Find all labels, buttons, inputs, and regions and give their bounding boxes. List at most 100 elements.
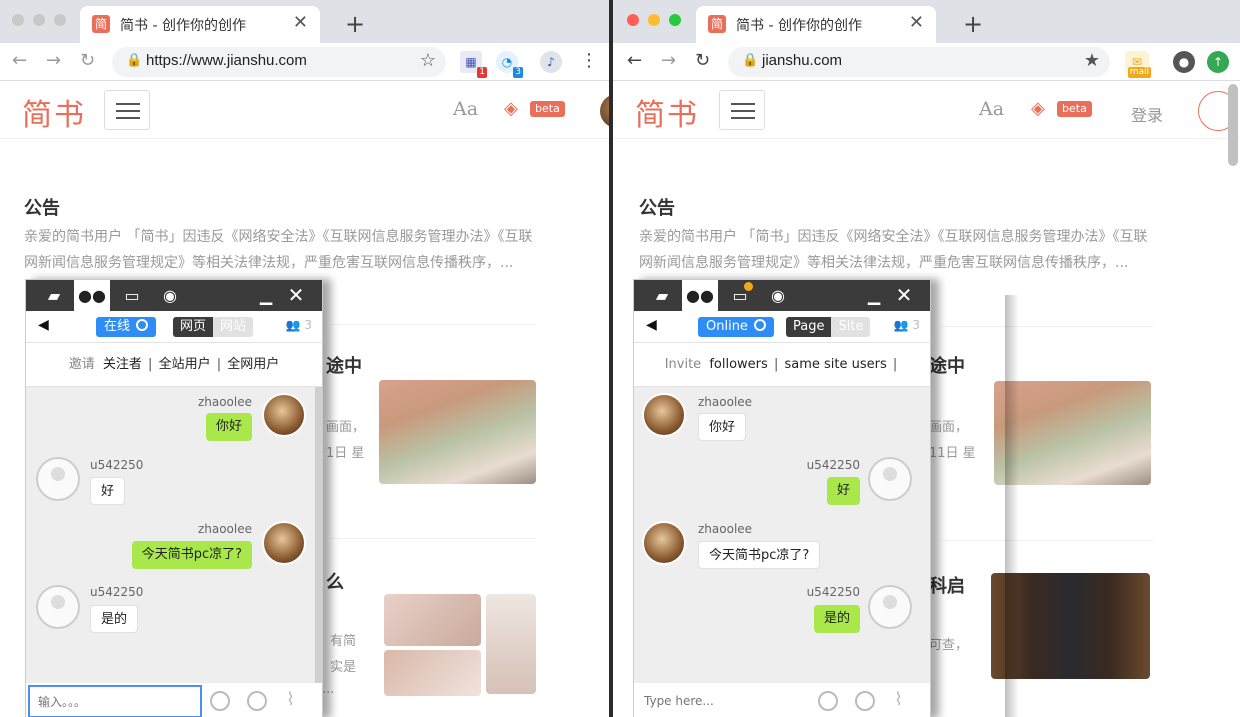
browser-tab[interactable]: 简 简书 - 创作你的创作 ✕ (696, 6, 936, 43)
minimize-icon[interactable]: ▁ (862, 280, 886, 311)
megaphone-icon[interactable]: ◀ (646, 317, 657, 333)
address-bar[interactable]: 🔒 jianshu.com ★ (728, 47, 1110, 77)
beta-badge[interactable]: beta (1057, 101, 1092, 117)
chat-header: ▰ ●● ▭ ◉ ▁ ✕ (26, 280, 322, 311)
minimize-icon[interactable]: ▁ (254, 280, 278, 311)
tab-close-icon[interactable]: ✕ (909, 12, 924, 33)
avatar[interactable] (868, 457, 912, 501)
message-bubble: 是的 (90, 605, 139, 633)
emoji-icon[interactable] (818, 691, 838, 711)
article-title-fragment[interactable]: 么 (326, 568, 344, 594)
browser-tab[interactable]: 简 简书 - 创作你的创作 ✕ (80, 6, 320, 43)
close-icon[interactable]: ✕ (892, 280, 916, 311)
avatar[interactable] (642, 521, 686, 565)
avatar[interactable] (36, 585, 80, 629)
invite-everybody[interactable]: 全网用户 (227, 357, 279, 372)
avatar[interactable] (262, 521, 306, 565)
online-toggle[interactable]: Online (698, 317, 774, 337)
invite-followers[interactable]: 关注者 (103, 357, 142, 372)
message-input[interactable] (634, 683, 814, 717)
inbox-icon[interactable]: ▭ (114, 280, 150, 311)
menu-button[interactable] (719, 90, 765, 130)
comments-icon[interactable]: ●● (74, 280, 110, 311)
article-thumbnail[interactable] (379, 380, 536, 484)
forward-icon[interactable]: → (46, 50, 61, 71)
beta-badge[interactable]: beta (530, 101, 565, 117)
new-tab-button[interactable]: + (345, 10, 365, 38)
article-thumbnail[interactable] (486, 594, 536, 694)
chat-bubble-icon[interactable]: ▰ (644, 280, 680, 311)
forward-icon[interactable]: → (661, 50, 676, 71)
site-logo[interactable]: 简书 (635, 90, 699, 134)
scope-site[interactable]: Site (831, 317, 871, 337)
reload-icon[interactable]: ↻ (80, 50, 95, 71)
avatar[interactable] (36, 457, 80, 501)
article-thumbnail[interactable] (384, 594, 481, 646)
new-tab-button[interactable]: + (963, 10, 983, 38)
avatar[interactable] (262, 393, 306, 437)
font-size-button[interactable]: Aa (979, 98, 1004, 120)
article-title-fragment[interactable]: 科启 (929, 572, 965, 598)
more-icon[interactable]: ⋮ (580, 50, 598, 71)
article-thumbnail[interactable] (384, 650, 481, 696)
avatar[interactable] (868, 585, 912, 629)
megaphone-icon[interactable]: ◀ (38, 317, 49, 333)
user-avatar[interactable] (600, 94, 609, 128)
tab-strip: 简 简书 - 创作你的创作 ✕ + (613, 0, 1240, 43)
smiley-icon[interactable] (247, 691, 267, 711)
scope-page[interactable]: Page (786, 317, 832, 337)
invite-site-users[interactable]: 全站用户 (159, 357, 211, 372)
gem-icon[interactable]: ◈ (504, 100, 528, 118)
emoji-icon[interactable] (210, 691, 230, 711)
reload-icon[interactable]: ↻ (695, 50, 710, 71)
online-toggle[interactable]: 在线 (96, 317, 157, 337)
chat-scrollbar[interactable] (315, 387, 322, 683)
address-bar[interactable]: 🔒 https://www.jianshu.com ☆ (112, 47, 446, 77)
divider (330, 538, 536, 539)
extension-icon[interactable]: ▦ 1 (460, 51, 487, 78)
user-icon[interactable]: ◉ (760, 280, 796, 311)
close-icon[interactable]: ✕ (284, 280, 308, 311)
update-icon[interactable]: ↑ (1207, 51, 1229, 73)
power-icon (753, 319, 766, 331)
message-input[interactable] (28, 685, 202, 717)
article-title-fragment[interactable]: 途中 (326, 352, 362, 378)
article-title-fragment[interactable]: 途中 (929, 352, 965, 378)
inbox-icon[interactable]: ▭ (722, 280, 758, 311)
font-size-button[interactable]: Aa (453, 98, 478, 120)
scope-toggle[interactable]: 网页 网站 (173, 317, 254, 337)
invite-site-users[interactable]: same site users (784, 357, 886, 372)
scope-toggle[interactable]: Page Site (786, 317, 871, 337)
avatar[interactable] (642, 393, 686, 437)
window-minimize-button[interactable] (33, 14, 45, 26)
scope-page[interactable]: 网页 (173, 317, 214, 337)
window-close-button[interactable] (12, 14, 24, 26)
gem-icon[interactable]: ◈ (1031, 100, 1055, 118)
extension-icon[interactable]: ◔ 3 (496, 51, 523, 78)
paperclip-icon[interactable]: ⌇ (894, 689, 903, 710)
window-minimize-button[interactable] (648, 14, 660, 26)
invite-followers[interactable]: followers (709, 357, 767, 372)
chat-bubble-icon[interactable]: ▰ (36, 280, 72, 311)
back-icon[interactable]: ← (627, 50, 642, 71)
account-icon[interactable]: ● (1173, 51, 1195, 73)
tab-close-icon[interactable]: ✕ (293, 12, 308, 33)
window-zoom-button[interactable] (669, 14, 681, 26)
site-logo[interactable]: 简书 (22, 90, 86, 134)
comments-icon[interactable]: ●● (682, 280, 718, 311)
user-icon[interactable]: ◉ (152, 280, 188, 311)
star-icon[interactable]: ☆ (420, 50, 436, 71)
music-extension-icon[interactable]: ♪ (540, 51, 562, 73)
menu-button[interactable] (104, 90, 150, 130)
smiley-icon[interactable] (855, 691, 875, 711)
message-author: u542250 (806, 458, 860, 472)
window-zoom-button[interactable] (54, 14, 66, 26)
back-icon[interactable]: ← (12, 50, 27, 71)
window-close-button[interactable] (627, 14, 639, 26)
login-link[interactable]: 登录 (1131, 102, 1163, 126)
page-scrollbar[interactable] (1228, 84, 1238, 166)
mail-extension-icon[interactable]: ✉ mail (1125, 51, 1151, 78)
star-icon[interactable]: ★ (1084, 50, 1100, 71)
paperclip-icon[interactable]: ⌇ (286, 689, 295, 710)
scope-site[interactable]: 网站 (213, 317, 254, 337)
